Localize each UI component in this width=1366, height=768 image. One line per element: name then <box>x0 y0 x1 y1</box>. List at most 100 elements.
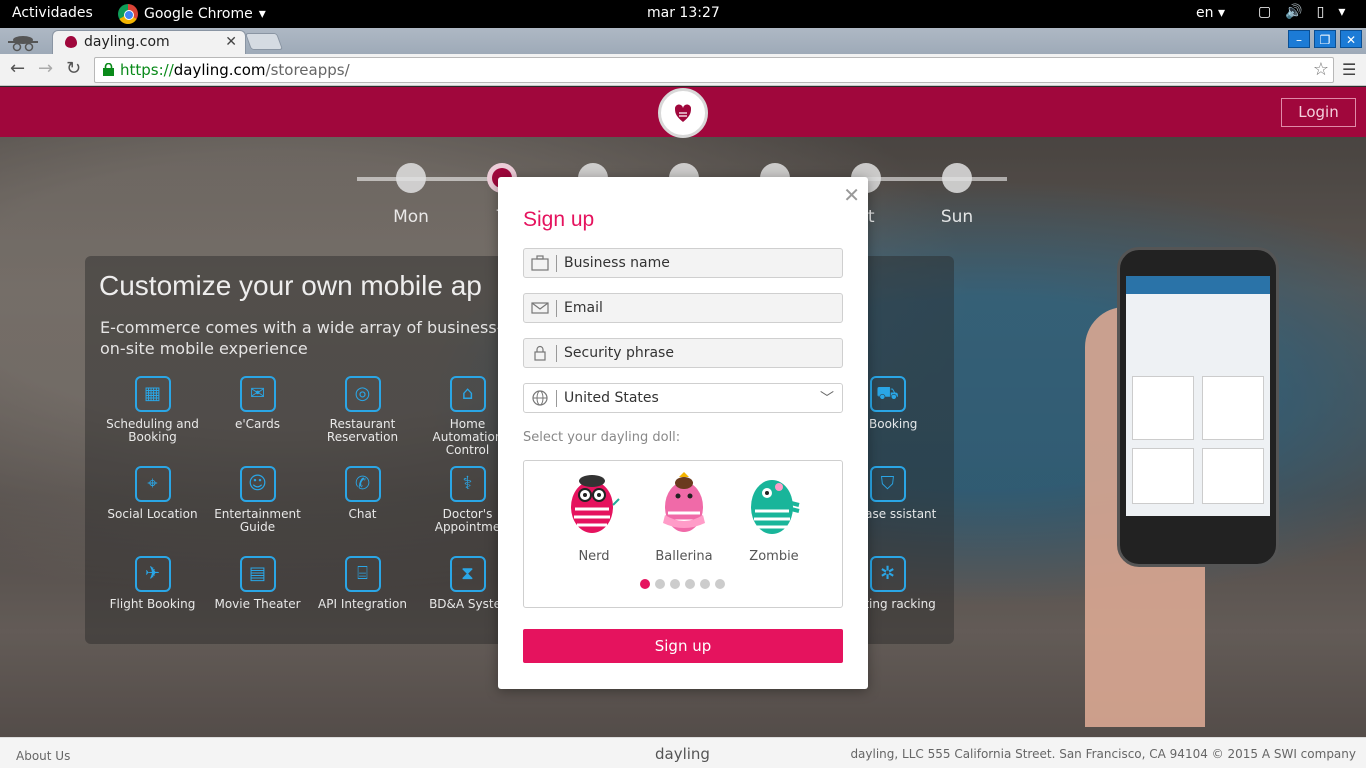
restore-icon[interactable]: ❐ <box>1314 30 1336 48</box>
system-top-bar: Actividades Google Chrome ▾ mar 13:27 en… <box>0 0 1366 28</box>
incognito-icon <box>8 36 38 52</box>
business-name-field[interactable]: Business name <box>523 248 843 278</box>
ecard-icon: ✉ <box>239 376 276 412</box>
phone-app-bar <box>1126 276 1270 294</box>
close-tab-icon[interactable]: ✕ <box>225 34 237 50</box>
page-headline: Customize your own mobile ap <box>99 270 482 301</box>
feature-ecards[interactable]: ✉ e'Cards <box>205 376 310 431</box>
carousel-pagination <box>640 579 725 589</box>
tab-strip: dayling.com ✕ – ❐ ✕ <box>0 28 1366 54</box>
system-tray[interactable]: ▢ 🔊 ▯ ▾ <box>1258 4 1345 20</box>
feature-flight[interactable]: ✈ Flight Booking <box>100 556 205 611</box>
window-controls: – ❐ ✕ <box>1288 30 1362 48</box>
briefcase-icon <box>531 255 549 271</box>
back-icon[interactable]: ← <box>10 58 25 79</box>
feature-social-location[interactable]: ⌖ Social Location <box>100 466 205 521</box>
feature-scheduling[interactable]: ▦ Scheduling and Booking <box>100 376 205 444</box>
day-sun[interactable]: Sun <box>927 163 987 227</box>
zombie-doll-icon <box>751 480 800 534</box>
address-bar[interactable]: https://dayling.com/storeapps/ ☆ <box>94 57 1334 83</box>
volume-icon: 🔊 <box>1285 4 1303 20</box>
feature-movie[interactable]: ▤ Movie Theater <box>205 556 310 611</box>
site-header: Login <box>0 87 1366 138</box>
carousel-dot[interactable] <box>700 579 710 589</box>
carousel-dot[interactable] <box>670 579 680 589</box>
day-mon[interactable]: Mon <box>381 163 441 227</box>
product-card <box>1132 376 1194 440</box>
taxi-icon: ⛟ <box>869 376 906 412</box>
feature-entertainment[interactable]: ☺ Entertainment Guide <box>205 466 310 534</box>
tab-dayling[interactable]: dayling.com ✕ <box>52 30 246 54</box>
signup-button[interactable]: Sign up <box>523 629 843 663</box>
carousel-dot[interactable] <box>685 579 695 589</box>
country-select[interactable]: United States ﹀ <box>523 383 843 413</box>
doll-prompt: Select your dayling doll: <box>523 430 681 445</box>
doll-ballerina[interactable]: Ballerina <box>649 469 719 564</box>
restaurant-icon: ◎ <box>344 376 381 412</box>
stethoscope-icon: ⚕ <box>449 466 486 502</box>
close-icon[interactable]: ✕ <box>843 183 860 207</box>
close-window-icon[interactable]: ✕ <box>1340 30 1362 48</box>
footer-copyright: dayling, LLC 555 California Street. San … <box>850 747 1356 761</box>
chrome-menu-icon[interactable]: ☰ <box>1342 60 1356 79</box>
modal-title: Sign up <box>523 208 595 231</box>
product-card <box>1132 448 1194 504</box>
language-label: en <box>1196 5 1214 21</box>
feature-chat[interactable]: ✆ Chat <box>310 466 415 521</box>
clapperboard-icon: ▤ <box>239 556 276 592</box>
phone-mockup <box>1117 247 1279 567</box>
new-tab-button[interactable] <box>244 33 284 50</box>
email-placeholder: Email <box>564 300 603 316</box>
minimize-icon[interactable]: – <box>1288 30 1310 48</box>
favicon-icon <box>65 36 77 48</box>
carousel-dot[interactable] <box>655 579 665 589</box>
doll-label: Nerd <box>578 549 610 564</box>
url-text: https://dayling.com/storeapps/ <box>120 61 350 79</box>
nerd-doll-icon <box>571 475 620 533</box>
window-icon: ▢ <box>1258 4 1272 20</box>
carousel-dot[interactable] <box>715 579 725 589</box>
ballerina-doll-icon <box>663 472 705 532</box>
business-name-placeholder: Business name <box>564 255 670 271</box>
site-footer: About Us dayling dayling, LLC 555 Califo… <box>0 737 1366 768</box>
reload-icon[interactable]: ↻ <box>66 58 81 79</box>
chrome-icon <box>118 4 138 24</box>
chevron-down-icon: ▾ <box>1338 4 1346 20</box>
clock[interactable]: mar 13:27 <box>647 5 720 21</box>
padlock-icon <box>534 345 546 361</box>
feature-restaurant[interactable]: ◎ Restaurant Reservation <box>310 376 415 444</box>
feature-api[interactable]: ⌸ API Integration <box>310 556 415 611</box>
lock-icon <box>103 63 114 76</box>
login-button[interactable]: Login <box>1281 98 1356 127</box>
email-field[interactable]: Email <box>523 293 843 323</box>
home-icon: ⌂ <box>449 376 486 412</box>
signup-modal: ✕ Sign up Business name Email Security p… <box>498 177 868 689</box>
security-phrase-placeholder: Security phrase <box>564 345 674 361</box>
language-selector[interactable]: en ▾ <box>1196 5 1225 21</box>
location-pin-icon: ⌖ <box>134 466 171 502</box>
phone-screen <box>1126 276 1270 516</box>
app-menu[interactable]: Google Chrome ▾ <box>118 4 266 24</box>
tab-title: dayling.com <box>84 34 170 50</box>
doll-carousel: Nerd Ballerina Zombie <box>523 460 843 608</box>
meeting-icon: ✲ <box>869 556 906 592</box>
dayling-logo[interactable] <box>658 88 708 138</box>
forward-icon[interactable]: → <box>38 58 53 79</box>
about-us-link[interactable]: About Us <box>16 749 70 763</box>
bookmark-star-icon[interactable]: ☆ <box>1313 59 1329 80</box>
doll-label: Zombie <box>749 549 799 564</box>
chevron-down-icon: ﹀ <box>820 391 834 407</box>
page-subline: E-commerce comes with a wide array of bu… <box>100 318 513 358</box>
airplane-icon: ✈ <box>134 556 171 592</box>
chevron-down-icon: ▾ <box>258 6 266 22</box>
calendar-icon: ▦ <box>134 376 171 412</box>
doll-nerd[interactable]: Nerd <box>559 469 629 564</box>
security-phrase-field[interactable]: Security phrase <box>523 338 843 368</box>
doll-label: Ballerina <box>655 549 713 564</box>
activities-button[interactable]: Actividades <box>12 5 93 21</box>
doll-zombie[interactable]: Zombie <box>739 469 809 564</box>
carousel-dot[interactable] <box>640 579 650 589</box>
shopping-bag-icon: ⛉ <box>869 466 906 502</box>
battery-icon: ▯ <box>1316 4 1325 20</box>
heart-shield-icon <box>674 104 692 122</box>
